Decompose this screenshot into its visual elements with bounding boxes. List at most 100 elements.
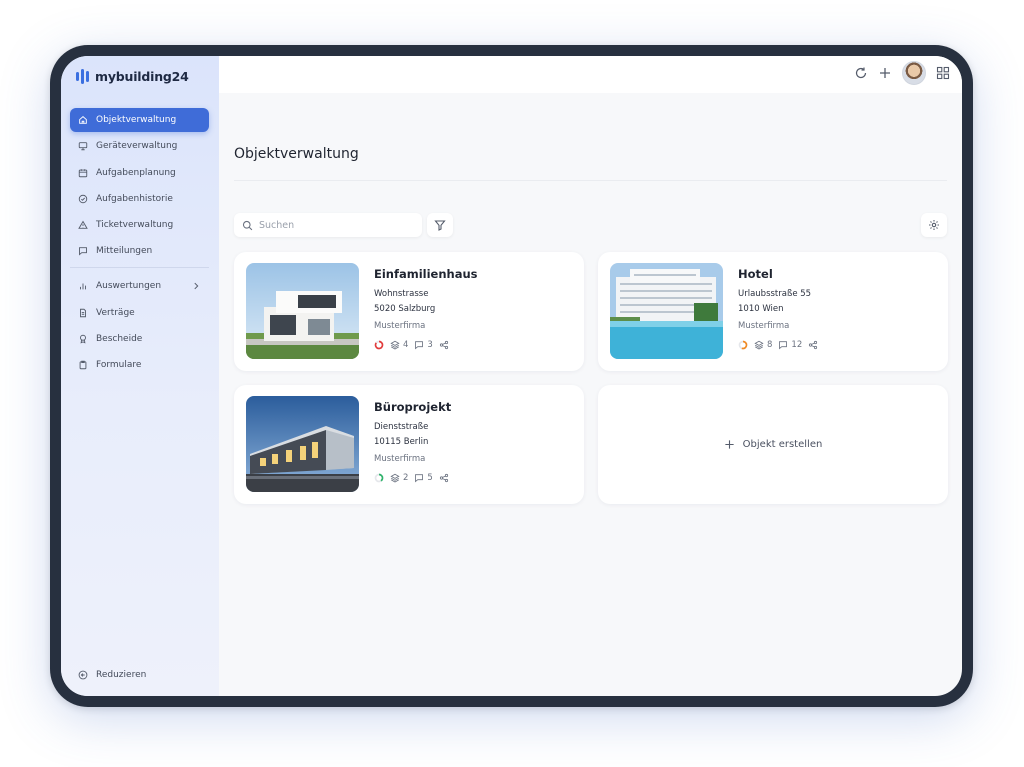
arrow-left-circle-icon [78, 670, 88, 680]
message-icon [779, 341, 788, 350]
layers-icon [754, 340, 764, 350]
sidebar-item-label: Geräteverwaltung [96, 141, 178, 152]
messages-stat: 3 [414, 340, 433, 350]
logo-icon [76, 68, 89, 84]
object-street: Dienststraße [374, 422, 429, 432]
sidebar-item-ticketverwaltung[interactable]: Ticketverwaltung [70, 213, 209, 237]
object-card[interactable]: Hotel Urlaubsstraße 55 1010 Wien Musterf… [598, 252, 948, 371]
sidebar-nav: Objektverwaltung Geräteverwaltung Aufgab… [70, 108, 209, 380]
object-image [610, 263, 723, 359]
collapse-sidebar-button[interactable]: Reduzieren [78, 670, 146, 680]
bar-chart-icon [80, 283, 86, 290]
document-icon [80, 308, 86, 317]
progress-ring-icon [738, 340, 748, 350]
object-city: 1010 Wien [738, 304, 784, 314]
collapse-label: Reduzieren [96, 670, 147, 680]
app-name: mybuilding24 [95, 68, 189, 84]
sidebar-item-objektverwaltung[interactable]: Objektverwaltung [70, 108, 209, 132]
layers-stat: 8 [754, 340, 772, 350]
sidebar-item-label: Objektverwaltung [96, 115, 177, 125]
sidebar-item-label: Aufgabenhistorie [96, 193, 173, 204]
messages-count: 5 [427, 473, 433, 483]
warning-icon [78, 220, 88, 229]
layers-count: 8 [767, 340, 773, 350]
award-icon [80, 334, 86, 344]
sidebar-item-formulare[interactable]: Formulare [70, 353, 209, 377]
create-object-label: Objekt erstellen [742, 439, 823, 450]
object-city: 10115 Berlin [374, 437, 429, 447]
sidebar-item-label: Bescheide [96, 334, 143, 345]
calendar-icon [78, 168, 88, 177]
share-icon[interactable] [808, 340, 818, 350]
layers-count: 4 [403, 340, 409, 350]
sidebar-item-label: Aufgabenplanung [96, 167, 176, 178]
page-title: Objektverwaltung [234, 146, 359, 162]
sidebar-item-label: Ticketverwaltung [96, 220, 174, 231]
object-name: Hotel [738, 267, 773, 281]
layers-stat: 4 [390, 340, 408, 350]
home-icon [79, 116, 87, 124]
monitor-icon [78, 142, 88, 151]
sidebar-item-mitteilungen[interactable]: Mitteilungen [70, 239, 209, 263]
object-street: Wohnstrasse [374, 289, 429, 299]
object-street: Urlaubsstraße 55 [738, 289, 812, 299]
sidebar: mybuilding24 Objektverwaltung Geräteverw… [61, 56, 219, 696]
sidebar-item-bescheide[interactable]: Bescheide [70, 327, 209, 351]
grid-icon[interactable] [936, 66, 950, 80]
object-image [246, 263, 359, 359]
share-icon[interactable] [439, 473, 449, 483]
sidebar-item-aufgabenhistorie[interactable]: Aufgabenhistorie [70, 187, 209, 211]
messages-count: 12 [791, 340, 803, 350]
messages-stat: 12 [778, 340, 802, 350]
layers-count: 2 [403, 473, 409, 483]
sidebar-divider [70, 267, 209, 269]
message-icon [415, 474, 424, 483]
refresh-icon[interactable] [854, 66, 868, 80]
avatar[interactable] [902, 61, 926, 85]
object-company: Musterfirma [738, 321, 790, 331]
object-city: 5020 Salzburg [374, 304, 436, 314]
object-name: Einfamilienhaus [374, 267, 478, 281]
message-icon [79, 247, 87, 256]
object-company: Musterfirma [374, 321, 426, 331]
sidebar-item-label: Formulare [96, 360, 142, 371]
object-stats: 8 12 [738, 340, 818, 350]
message-icon [415, 341, 424, 350]
create-object-button[interactable]: Objekt erstellen [598, 385, 948, 504]
filter-icon [434, 220, 446, 231]
sidebar-item-auswertungen[interactable]: Auswertungen [70, 274, 209, 298]
sidebar-item-label: Auswertungen [96, 281, 162, 292]
clipboard-icon [79, 361, 87, 370]
search-placeholder: Suchen [259, 219, 295, 231]
filter-button[interactable] [427, 213, 453, 237]
title-divider [234, 180, 947, 181]
sidebar-item-label: Verträge [96, 307, 135, 318]
app-logo[interactable]: mybuilding24 [76, 66, 189, 86]
plus-icon [725, 440, 734, 449]
sidebar-item-aufgabenplanung[interactable]: Aufgabenplanung [70, 161, 209, 185]
layers-icon [390, 473, 400, 483]
search-icon [242, 220, 253, 230]
top-bar [219, 56, 962, 93]
object-company: Musterfirma [374, 454, 426, 464]
object-stats: 2 5 [374, 473, 451, 483]
object-card[interactable]: Büroprojekt Dienststraße 10115 Berlin Mu… [234, 385, 584, 504]
share-icon[interactable] [439, 340, 449, 350]
layers-stat: 2 [390, 473, 408, 483]
app-screen: mybuilding24 Objektverwaltung Geräteverw… [61, 56, 962, 696]
plus-icon[interactable] [878, 66, 892, 80]
gear-icon [929, 220, 939, 230]
layers-icon [390, 340, 400, 350]
object-stats: 4 3 [374, 340, 478, 350]
progress-ring-icon [374, 340, 384, 350]
object-image [246, 396, 359, 492]
sidebar-item-label: Mitteilungen [96, 246, 153, 257]
progress-ring-icon [374, 473, 384, 483]
object-card[interactable]: Einfamilienhaus Wohnstrasse 5020 Salzbur… [234, 252, 584, 371]
sidebar-item-geraeteverwaltung[interactable]: Geräteverwaltung [70, 134, 209, 158]
search-input[interactable]: Suchen [234, 213, 422, 237]
messages-stat: 5 [414, 473, 433, 483]
messages-count: 3 [427, 340, 433, 350]
settings-button[interactable] [921, 213, 947, 237]
sidebar-item-vertraege[interactable]: Verträge [70, 301, 209, 325]
